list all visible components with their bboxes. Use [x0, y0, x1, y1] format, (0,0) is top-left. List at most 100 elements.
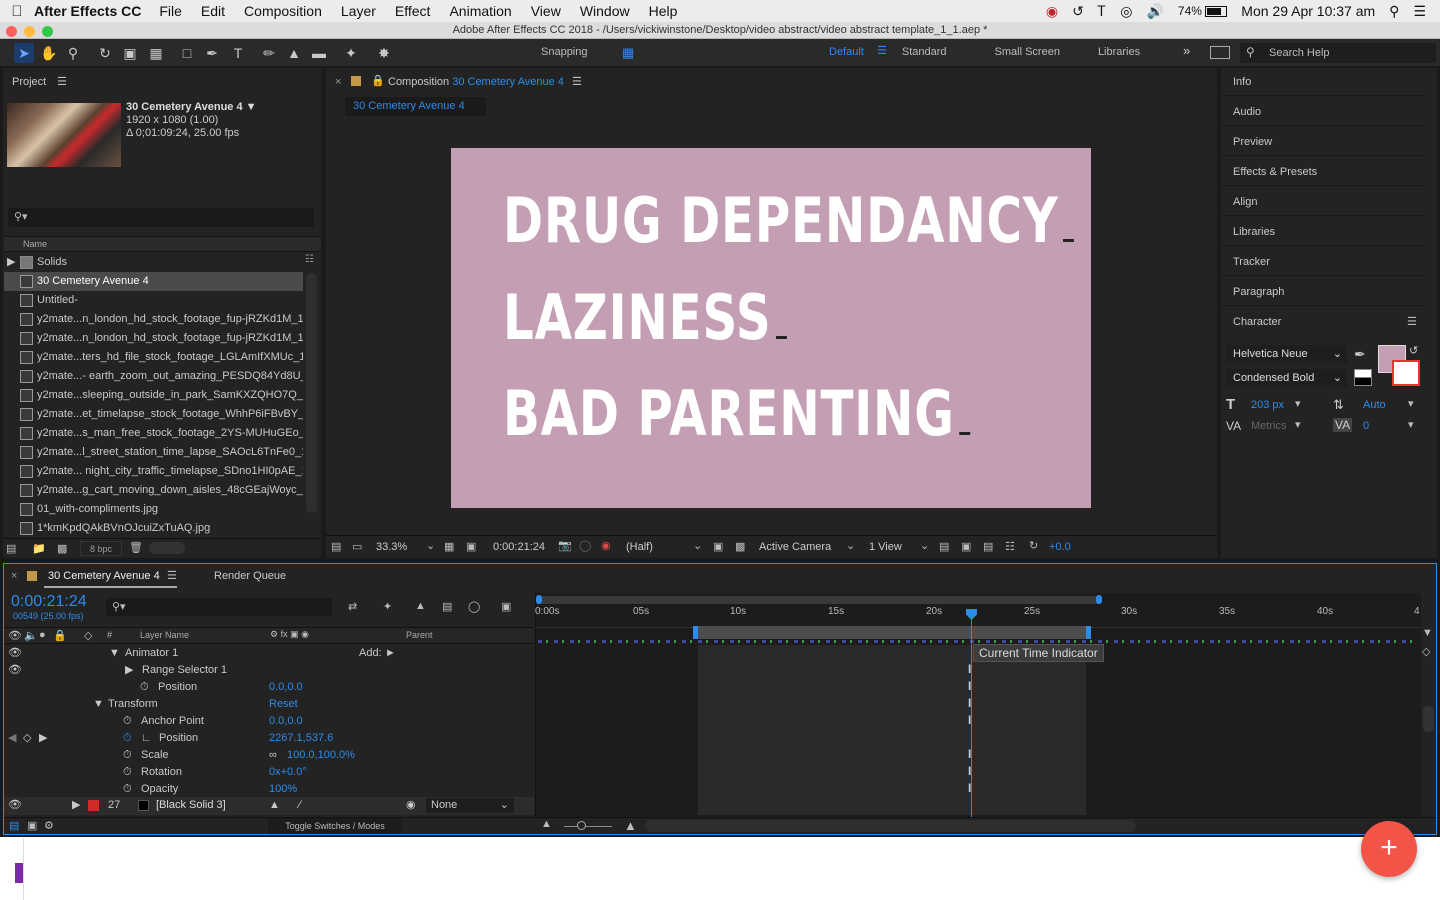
project-panel-title[interactable]: Project	[12, 76, 46, 88]
menu-animation[interactable]: Animation	[449, 3, 511, 19]
spotlight-icon[interactable]: ⚲	[1389, 3, 1399, 20]
eye-icon[interactable]: 👁	[8, 797, 22, 814]
snapshot-icon[interactable]: 📷	[558, 539, 572, 552]
layer-duration-bar[interactable]	[698, 645, 1086, 815]
font-style-dropdown[interactable]: Condensed Bold ⌄	[1226, 369, 1347, 387]
layer-color-label[interactable]	[88, 800, 99, 811]
transform-reset-link[interactable]: Reset	[269, 696, 298, 713]
chevron-down-icon[interactable]: ▾	[1295, 397, 1301, 410]
maximize-window-button[interactable]	[42, 26, 53, 37]
keyframe-icon[interactable]: ◇	[23, 730, 31, 747]
leading-value[interactable]: Auto	[1363, 399, 1386, 411]
comp-button-icon[interactable]: ▼	[1422, 627, 1436, 641]
workspace-standard[interactable]: Standard	[902, 46, 947, 58]
black-white-swatch[interactable]	[1354, 369, 1372, 386]
zoom-slider[interactable]	[564, 826, 612, 827]
project-item-footage[interactable]: y2mate...sleeping_outside_in_park_SamKXZ…	[4, 386, 303, 405]
brush-tool-icon[interactable]: ✏	[259, 43, 279, 63]
reset-exposure-icon[interactable]: ↻	[1029, 539, 1038, 552]
stopwatch-icon[interactable]: ⏱	[140, 679, 149, 696]
navigator-end-handle[interactable]	[1096, 595, 1102, 604]
time-ruler[interactable]	[535, 606, 1421, 628]
project-item-footage[interactable]: y2mate...l_street_station_time_lapse_SAO…	[4, 443, 303, 462]
font-family-dropdown[interactable]: Helvetica Neue ⌄	[1226, 345, 1347, 363]
safe-zones-icon[interactable]: ▦	[444, 540, 454, 553]
chevron-down-icon[interactable]: ▾	[1408, 418, 1414, 431]
stopwatch-active-icon[interactable]: ⏱	[123, 730, 132, 747]
stopwatch-icon[interactable]: ⏱	[123, 781, 132, 798]
lock-icon[interactable]: 🔒	[371, 74, 385, 87]
audio-icon[interactable]: 🔈	[24, 629, 38, 642]
stopwatch-icon[interactable]: ⏱	[123, 713, 132, 730]
timeline-vertical-scrollbar[interactable]	[1423, 706, 1434, 732]
paragraph-panel[interactable]: Paragraph	[1222, 278, 1426, 306]
chevron-down-icon[interactable]: ⌄	[846, 539, 855, 552]
pan-behind-tool-icon[interactable]: ▦	[146, 43, 166, 63]
minimize-window-button[interactable]	[24, 26, 35, 37]
render-queue-tab[interactable]: Render Queue	[214, 570, 286, 582]
layer-name-header[interactable]: Layer Name	[140, 630, 189, 640]
disclosure-triangle-icon[interactable]: ▶	[7, 253, 15, 272]
frame-blending-icon[interactable]: ▤	[442, 600, 452, 613]
previous-keyframe-icon[interactable]: ◀	[8, 730, 16, 747]
project-item-comp[interactable]: 30 Cemetery Avenue 4	[4, 272, 303, 291]
app-menu[interactable]: After Effects CC	[34, 3, 141, 19]
hide-shy-layers-icon[interactable]: ▲	[415, 600, 426, 612]
project-item-footage[interactable]: y2mate...g_cart_moving_down_aisles_48cGE…	[4, 481, 303, 500]
color-channels-icon[interactable]: ◉	[601, 539, 611, 552]
menu-edit[interactable]: Edit	[201, 3, 225, 19]
close-panel-icon[interactable]: ×	[11, 570, 17, 582]
project-item-footage[interactable]: y2mate...et_timelapse_stock_footage_WhhP…	[4, 405, 303, 424]
toggle-pixel-aspect-icon[interactable]: ▤	[939, 540, 949, 553]
disclosure-triangle-icon[interactable]: ▶	[72, 797, 80, 814]
keyframe-ibeam-icon[interactable]: I	[968, 713, 971, 727]
draft-3d-icon[interactable]: ✦	[383, 600, 392, 613]
show-snapshot-icon[interactable]: ◯	[579, 539, 591, 552]
workspace-libraries[interactable]: Libraries	[1098, 46, 1140, 58]
property-value[interactable]: 2267.1,537.6	[269, 730, 333, 747]
layer-switches-icon[interactable]: ▤	[9, 819, 19, 832]
selection-tool-icon[interactable]: ➤	[14, 43, 34, 63]
close-window-button[interactable]	[6, 26, 17, 37]
rectangle-tool-icon[interactable]: □	[177, 43, 197, 63]
disclosure-triangle-icon[interactable]: ▼	[93, 696, 104, 713]
search-help-field[interactable]: ⚲ Search Help	[1240, 43, 1436, 63]
project-item-image[interactable]: 1*kmKpdQAkBVnOJcuiZxTuAQ.jpg	[4, 519, 303, 538]
timeline-menu-icon[interactable]: ☰	[167, 569, 177, 582]
bit-depth-button[interactable]: 8 bpc	[80, 541, 122, 556]
fast-previews-icon[interactable]: ▣	[961, 540, 971, 553]
roto-brush-tool-icon[interactable]: ✦	[341, 43, 361, 63]
chevron-down-icon[interactable]: ▾	[1408, 397, 1414, 410]
composition-mini-flowchart-icon[interactable]: ⇄	[348, 600, 357, 613]
puppet-tool-icon[interactable]: ✸	[374, 43, 394, 63]
swap-colors-icon[interactable]: ↺	[1409, 344, 1418, 357]
camera-dropdown[interactable]: Active Camera	[759, 541, 831, 553]
mask-visibility-icon[interactable]: ▣	[466, 540, 476, 553]
label-icon[interactable]: ◇	[84, 629, 92, 642]
flowchart-icon[interactable]: ☷	[305, 254, 317, 266]
disclosure-triangle-icon[interactable]: ▼	[109, 645, 120, 662]
more-workspaces-icon[interactable]: »	[1183, 43, 1190, 58]
parent-header[interactable]: Parent	[406, 630, 433, 640]
new-composition-icon[interactable]: ▩	[57, 542, 67, 555]
layer-name[interactable]: [Black Solid 3]	[156, 797, 226, 814]
delete-icon[interactable]: 🗑	[129, 541, 143, 554]
in-out-icon[interactable]: ⚙	[44, 819, 54, 832]
timeline-comp-tab[interactable]: 30 Cemetery Avenue 4	[48, 570, 160, 582]
keyframe-ibeam-icon[interactable]: I	[968, 679, 971, 693]
toggle-switches-modes-button[interactable]: Toggle Switches / Modes	[268, 818, 402, 834]
lock-icon[interactable]: 🔒	[53, 629, 67, 642]
zoom-out-icon[interactable]: ▲	[541, 818, 552, 830]
snap-options-icon[interactable]: ▦	[622, 45, 634, 61]
layer-row[interactable]: 👁 ▶ 27 [Black Solid 3] ▲ ∕ ◉ None ⌄	[4, 797, 534, 815]
battery-icon[interactable]	[1205, 6, 1228, 18]
property-value[interactable]: 0x+0.0°	[269, 764, 307, 781]
composition-tab[interactable]: 30 Cemetery Avenue 4	[345, 97, 486, 116]
chevron-down-icon[interactable]: ⌄	[693, 539, 702, 552]
pen-tool-icon[interactable]: ✒	[202, 43, 222, 63]
timeline-icon[interactable]: ▤	[983, 540, 993, 553]
transfer-controls-icon[interactable]: ▣	[27, 819, 37, 832]
camera-tool-icon[interactable]: ▣	[120, 43, 140, 63]
work-area-start-handle[interactable]	[693, 626, 698, 639]
chevron-down-icon[interactable]: ▾	[1295, 418, 1301, 431]
